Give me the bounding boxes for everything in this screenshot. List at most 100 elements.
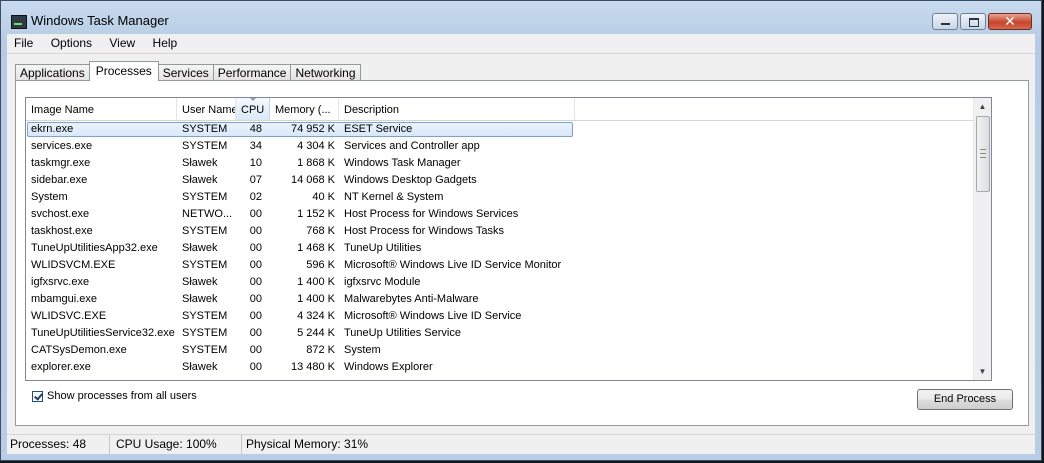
close-button[interactable]: ✕ — [988, 13, 1032, 30]
process-user: SYSTEM — [182, 344, 228, 356]
task-manager-window: Windows Task Manager ✕ File Options View… — [0, 0, 1042, 461]
client-area: Applications Processes Services Performa… — [7, 54, 1035, 454]
table-row[interactable]: services.exe SYSTEM 34 4 304 K Services and … — [26, 138, 986, 155]
table-row[interactable]: TuneUpUtilitiesService32.exe SYSTEM 00 5 24… — [26, 325, 986, 342]
process-description: TuneUp Utilities Service — [344, 327, 461, 339]
process-name: explorer.exe — [31, 361, 91, 373]
column-cpu[interactable]: CPU — [236, 98, 270, 120]
process-user: Sławek — [182, 361, 218, 373]
process-user: Sławek — [182, 276, 218, 288]
tab-applications[interactable]: Applications — [15, 64, 90, 81]
table-row[interactable]: sidebar.exe Sławek 07 14 068 K Windows Deskt… — [26, 172, 986, 189]
status-processes: Processes: 48 — [7, 435, 110, 454]
column-memory[interactable]: Memory (... — [270, 98, 339, 120]
table-row[interactable]: WLIDSVCM.EXE SYSTEM 00 596 K Microsoft® Wind… — [26, 257, 986, 274]
table-row[interactable]: igfxsrvc.exe Sławek 00 1 400 K igfxsrvc Modu… — [26, 274, 986, 291]
process-list[interactable]: Image Name User Name CPU Memory (... Des… — [25, 97, 992, 381]
process-user: Sławek — [182, 242, 218, 254]
status-cpu-usage: CPU Usage: 100% — [110, 435, 242, 454]
table-row[interactable]: CATSysDemon.exe SYSTEM 00 872 K System — [26, 342, 986, 359]
table-row[interactable]: TuneUpUtilitiesApp32.exe Sławek 00 1 468 K T… — [26, 240, 986, 257]
process-name: taskmgr.exe — [31, 157, 91, 169]
vertical-scrollbar[interactable]: ▲ ▼ — [973, 98, 991, 380]
process-memory: 13 480 K — [290, 361, 335, 373]
scroll-up-icon[interactable]: ▲ — [974, 98, 991, 115]
process-user: Sławek — [182, 157, 218, 169]
menu-file[interactable]: File — [7, 34, 40, 52]
scroll-down-icon[interactable]: ▼ — [974, 363, 991, 380]
process-user: Sławek — [182, 293, 218, 305]
tab-processes[interactable]: Processes — [88, 61, 159, 81]
end-process-button[interactable]: End Process — [917, 389, 1013, 410]
window-controls: ✕ — [930, 13, 1032, 31]
table-row[interactable]: taskmgr.exe Sławek 10 1 868 K Windows Task M… — [26, 155, 986, 172]
process-cpu: 02 — [249, 191, 262, 203]
process-description: NT Kernel & System — [344, 191, 444, 203]
menu-help[interactable]: Help — [146, 34, 185, 52]
process-memory: 74 952 K — [290, 123, 335, 135]
minimize-button[interactable] — [932, 13, 958, 30]
process-description: Windows Task Manager — [344, 157, 461, 169]
tab-performance[interactable]: Performance — [212, 64, 292, 81]
table-row[interactable]: System SYSTEM 02 40 K NT Kernel & System — [26, 189, 986, 206]
title-bar[interactable]: Windows Task Manager ✕ — [1, 1, 1041, 33]
process-cpu: 48 — [249, 123, 262, 135]
menu-view[interactable]: View — [102, 34, 142, 52]
column-user-name[interactable]: User Name — [177, 98, 236, 120]
process-description: Host Process for Windows Tasks — [344, 225, 504, 237]
process-name: sidebar.exe — [31, 174, 88, 186]
show-all-users-option[interactable]: Show processes from all users — [32, 388, 197, 404]
process-description: ESET Service — [344, 123, 413, 135]
process-memory: 4 304 K — [297, 140, 335, 152]
process-description: Windows Desktop Gadgets — [344, 174, 477, 186]
table-row[interactable]: svchost.exe NETWO... 00 1 152 K Host Process… — [26, 206, 986, 223]
process-user: SYSTEM — [182, 310, 228, 322]
process-memory: 1 468 K — [297, 242, 335, 254]
table-row[interactable]: taskhost.exe SYSTEM 00 768 K Host Process fo… — [26, 223, 986, 240]
process-name: mbamgui.exe — [31, 293, 98, 305]
process-memory: 1 868 K — [297, 157, 335, 169]
process-memory: 872 K — [306, 344, 335, 356]
process-user: Sławek — [182, 174, 218, 186]
process-memory: 4 324 K — [297, 310, 335, 322]
process-name: igfxsrvc.exe — [31, 276, 90, 288]
tab-services[interactable]: Services — [157, 64, 214, 81]
process-memory: 768 K — [306, 225, 335, 237]
process-cpu: 00 — [249, 259, 262, 271]
process-memory: 5 244 K — [297, 327, 335, 339]
menu-options[interactable]: Options — [44, 34, 99, 52]
show-all-users-label: Show processes from all users — [47, 390, 197, 402]
maximize-button[interactable] — [960, 13, 986, 30]
table-row[interactable]: ekrn.exe SYSTEM 48 74 952 K ESET Service — [26, 121, 986, 138]
status-bar: Processes: 48 CPU Usage: 100% Physical M… — [7, 434, 1035, 454]
process-cpu: 34 — [249, 140, 262, 152]
process-rows: ekrn.exe SYSTEM 48 74 952 K ESET Service serv… — [26, 121, 986, 376]
process-description: igfxsrvc Module — [344, 276, 421, 288]
process-cpu: 00 — [249, 225, 262, 237]
column-description[interactable]: Description — [339, 98, 575, 120]
process-cpu: 00 — [249, 293, 262, 305]
process-name: svchost.exe — [31, 208, 90, 220]
table-row[interactable]: mbamgui.exe Sławek 00 1 400 K Malwarebytes A… — [26, 291, 986, 308]
process-user: SYSTEM — [182, 225, 228, 237]
process-cpu: 10 — [249, 157, 262, 169]
process-memory: 40 K — [312, 191, 335, 203]
tab-networking[interactable]: Networking — [290, 64, 361, 81]
process-name: WLIDSVC.EXE — [31, 310, 107, 322]
table-row[interactable]: explorer.exe Sławek 00 13 480 K Windows Expl… — [26, 359, 986, 376]
tab-strip: Applications Processes Services Performa… — [15, 61, 361, 81]
process-memory: 1 400 K — [297, 293, 335, 305]
process-memory: 1 400 K — [297, 276, 335, 288]
process-cpu: 00 — [249, 344, 262, 356]
process-description: Microsoft® Windows Live ID Service — [344, 310, 522, 322]
process-user: SYSTEM — [182, 191, 228, 203]
scroll-thumb[interactable] — [976, 116, 990, 192]
process-user: SYSTEM — [182, 140, 228, 152]
table-row[interactable]: WLIDSVC.EXE SYSTEM 00 4 324 K Microsoft® Win… — [26, 308, 986, 325]
column-image-name[interactable]: Image Name — [26, 98, 177, 120]
process-description: Services and Controller app — [344, 140, 480, 152]
process-name: System — [31, 191, 68, 203]
process-name: services.exe — [31, 140, 93, 152]
show-all-users-checkbox[interactable] — [32, 390, 43, 402]
process-description: TuneUp Utilities — [344, 242, 422, 254]
